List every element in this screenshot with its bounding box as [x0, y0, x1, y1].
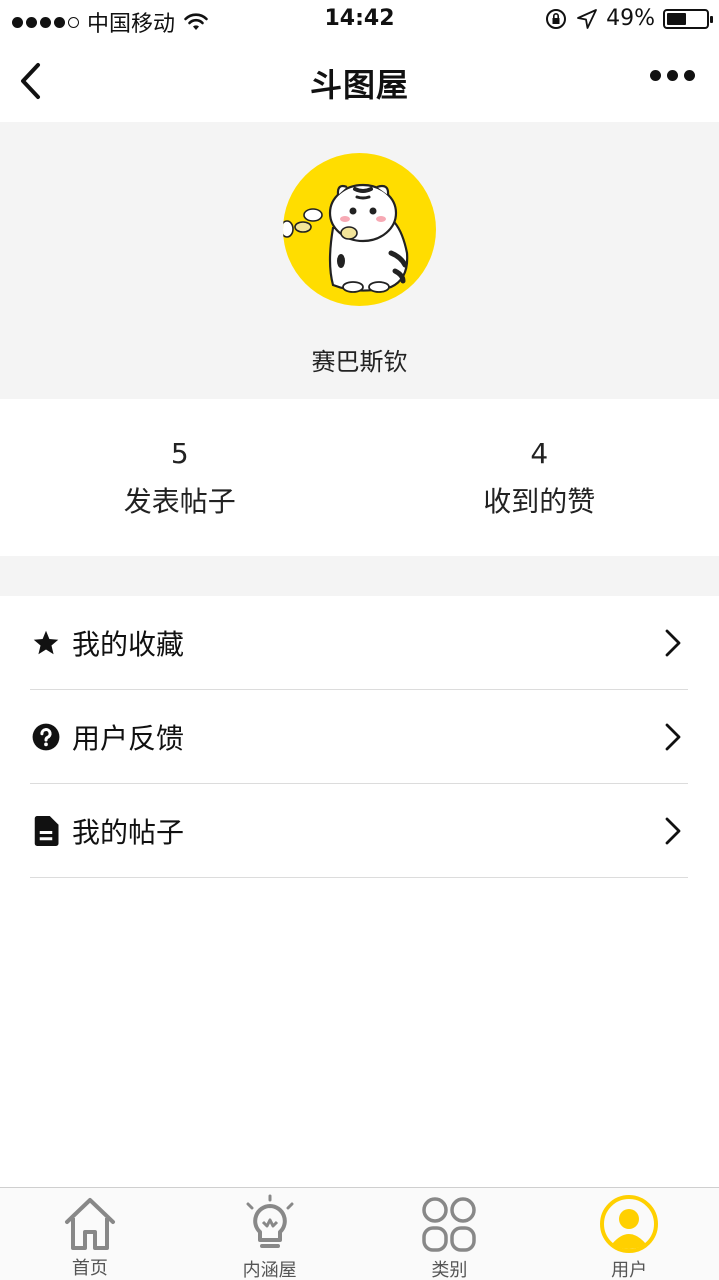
location-arrow-icon: [577, 8, 597, 29]
battery-percent: 49%: [606, 6, 655, 31]
stat-posts-count: 5: [170, 437, 189, 470]
cat-avatar-icon: [283, 183, 409, 293]
home-icon: [60, 1194, 120, 1252]
tab-user[interactable]: 用户: [539, 1188, 719, 1280]
stat-likes-count: 4: [530, 437, 549, 470]
chevron-right-icon: [658, 816, 682, 846]
document-icon: [32, 815, 60, 846]
category-grid-icon: [419, 1194, 479, 1254]
tab-home[interactable]: 首页: [0, 1188, 180, 1280]
tab-label: 首页: [71, 1258, 108, 1279]
menu-item-my-posts[interactable]: 我的帖子: [30, 784, 688, 878]
tab-label: 内涵屋: [242, 1260, 297, 1280]
stat-posts-label: 发表帖子: [123, 485, 236, 518]
status-bar: 中国移动 14:42 49%: [0, 0, 719, 40]
tab-category[interactable]: 类别: [360, 1188, 540, 1280]
rotation-lock-icon: [546, 8, 567, 29]
star-icon: [32, 629, 60, 657]
more-button[interactable]: [650, 70, 695, 81]
battery-icon: [663, 8, 713, 29]
question-circle-icon: [32, 723, 60, 751]
chevron-right-icon: [658, 722, 682, 752]
stat-posts[interactable]: 5 发表帖子: [0, 399, 360, 556]
menu-item-feedback[interactable]: 用户反馈: [30, 690, 688, 784]
more-dots-icon: [650, 70, 661, 81]
user-icon: [599, 1194, 659, 1254]
stat-likes[interactable]: 4 收到的赞: [360, 399, 719, 556]
navigation-bar: 斗图屋: [0, 40, 719, 122]
page-title: 斗图屋: [309, 66, 409, 104]
username: 赛巴斯钦: [311, 348, 408, 376]
tab-bar: 首页 内涵屋 类别 用户: [0, 1187, 719, 1280]
tab-neihan[interactable]: 内涵屋: [180, 1188, 360, 1280]
menu-item-label: 用户反馈: [72, 721, 185, 755]
tab-label: 类别: [431, 1260, 468, 1280]
chevron-right-icon: [658, 628, 682, 658]
section-divider: [0, 556, 719, 596]
stats-panel: 5 发表帖子 4 收到的赞: [0, 399, 719, 556]
menu-item-label: 我的收藏: [72, 627, 185, 661]
status-right: 49%: [544, 6, 713, 31]
menu-item-label: 我的帖子: [72, 815, 185, 849]
tab-label: 用户: [611, 1260, 648, 1280]
stat-likes-label: 收到的赞: [483, 485, 596, 518]
menu-list: 我的收藏 用户反馈 我的帖子: [0, 596, 719, 878]
profile-header: 赛巴斯钦: [0, 122, 719, 399]
menu-item-favorites[interactable]: 我的收藏: [30, 596, 688, 690]
avatar[interactable]: [283, 153, 436, 306]
lightbulb-icon: [240, 1194, 300, 1254]
